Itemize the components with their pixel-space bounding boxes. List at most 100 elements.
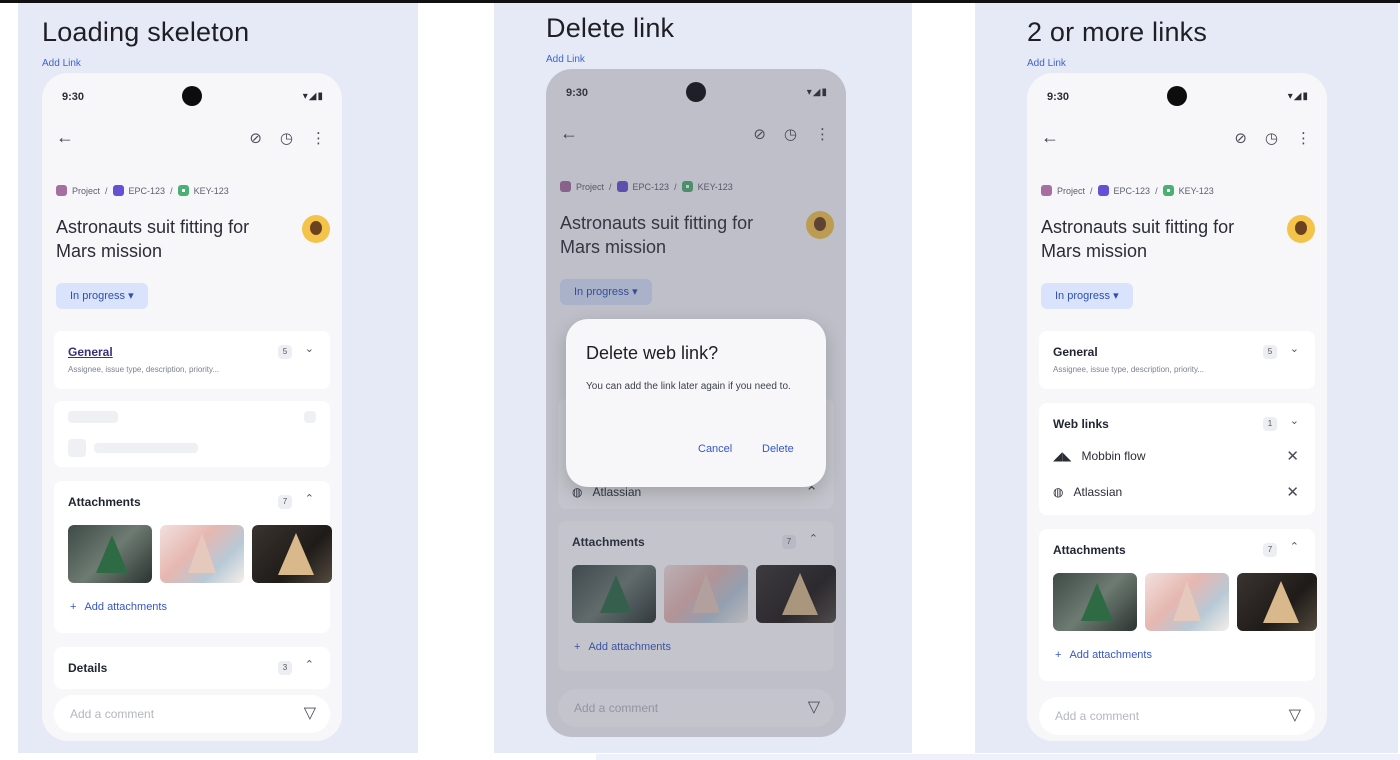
story-icon xyxy=(1162,185,1174,196)
general-title: General xyxy=(1053,345,1098,359)
attachments-title: Attachments xyxy=(1053,543,1126,557)
general-subtitle: Assignee, issue type, description, prior… xyxy=(68,365,220,374)
chevron-down-icon[interactable]: ⌄ xyxy=(1290,414,1299,427)
add-link-label[interactable]: Add Link xyxy=(42,58,81,69)
add-attachments-button[interactable]: + Add attachments xyxy=(70,601,167,613)
attachment-icon[interactable]: ⊘ xyxy=(249,130,262,147)
chevron-up-icon[interactable]: ⌃ xyxy=(305,658,314,671)
cancel-button[interactable]: Cancel xyxy=(698,443,732,455)
comment-field[interactable]: Add a comment ▽ xyxy=(1039,697,1315,735)
count-badge: 3 xyxy=(278,661,292,675)
web-links-card: Web links 1 ⌄ ◢◣ Mobbin flow ✕ ◍ Atlassian… xyxy=(1039,403,1315,515)
attachments-card: Attachments 7 ⌃ + Add attachments xyxy=(54,481,332,633)
attachment-icon[interactable]: ⊘ xyxy=(1234,130,1247,147)
delete-button[interactable]: Delete xyxy=(762,443,794,455)
status-dropdown[interactable]: In progress ▾ xyxy=(56,283,148,309)
clock: 9:30 xyxy=(62,91,85,103)
panel-heading: Delete link xyxy=(546,13,675,43)
camera-cutout xyxy=(182,86,202,106)
attachment-thumbnail[interactable] xyxy=(68,525,152,583)
attachment-thumbnail[interactable] xyxy=(252,525,332,583)
status-dropdown[interactable]: In progress ▾ xyxy=(1041,283,1133,309)
count-badge: 7 xyxy=(278,495,292,509)
dialog-body: You can add the link later again if you … xyxy=(586,381,791,392)
crumb-key[interactable]: KEY-123 xyxy=(194,186,229,196)
issue-title: Astronauts suit fitting for Mars mission xyxy=(56,217,250,261)
comment-placeholder: Add a comment xyxy=(70,707,155,721)
send-icon[interactable]: ▽ xyxy=(304,703,316,723)
globe-icon: ◍ xyxy=(1053,485,1064,499)
attachment-thumbnails xyxy=(68,525,332,583)
details-card[interactable]: Details 3 ⌃ xyxy=(54,647,330,689)
phone-screen: 9:30 ▾◢▮ ← ⊘ ◷ ⋮ Project / EPC-123/ KEY-123… xyxy=(546,69,846,737)
general-card[interactable]: General Assignee, issue type, descriptio… xyxy=(54,331,330,389)
attachment-thumbnail[interactable] xyxy=(1237,573,1317,631)
plus-icon: + xyxy=(1055,649,1062,661)
add-attachments-button[interactable]: + Add attachments xyxy=(1055,649,1152,661)
breadcrumb: Project / EPC-123/ KEY-123 xyxy=(1041,185,1214,196)
panel-loading-skeleton: Loading skeleton Add Link 9:30 ▾◢▮ ← ⊘ ◷ ⋮… xyxy=(18,3,418,753)
back-arrow-icon[interactable]: ← xyxy=(56,127,74,148)
skeleton-line xyxy=(68,411,118,423)
panel-heading: Loading skeleton xyxy=(42,17,250,47)
panel-two-or-more-links: 2 or more links Add Link 9:30 ▾◢▮ ← ⊘ ◷ ⋮ … xyxy=(975,3,1398,753)
history-icon[interactable]: ◷ xyxy=(280,130,293,147)
general-title: General xyxy=(68,345,113,359)
attachment-thumbnail[interactable] xyxy=(1145,573,1229,631)
status-bar: 9:30 ▾◢▮ xyxy=(42,73,342,113)
comment-placeholder: Add a comment xyxy=(1055,709,1140,723)
system-icons: ▾◢▮ xyxy=(1287,91,1309,102)
close-icon[interactable]: ✕ xyxy=(1286,483,1299,501)
skeleton-line xyxy=(94,443,198,453)
bottom-strip xyxy=(596,754,1400,760)
send-icon[interactable]: ▽ xyxy=(1289,705,1301,725)
panel-delete-link: Delete link Add Link 9:30 ▾◢▮ ← ⊘ ◷ ⋮ Proj… xyxy=(494,3,912,753)
attachment-thumbnail[interactable] xyxy=(1053,573,1137,631)
story-icon xyxy=(177,185,189,196)
avatar[interactable] xyxy=(1287,215,1315,243)
chevron-up-icon[interactable]: ⌃ xyxy=(1290,540,1299,553)
count-badge: 1 xyxy=(1263,417,1277,431)
more-icon[interactable]: ⋮ xyxy=(1296,130,1311,147)
project-icon xyxy=(1041,185,1052,196)
app-bar: ← ⊘ ◷ ⋮ xyxy=(42,125,342,155)
epic-icon xyxy=(112,185,124,196)
phone-screen: 9:30 ▾◢▮ ← ⊘ ◷ ⋮ Project / EPC-123/ KEY-123… xyxy=(1027,73,1327,741)
plus-icon: + xyxy=(70,601,77,613)
epic-icon xyxy=(1097,185,1109,196)
attachment-thumbnail[interactable] xyxy=(160,525,244,583)
back-arrow-icon[interactable]: ← xyxy=(1041,127,1059,148)
add-link-label[interactable]: Add Link xyxy=(546,54,585,65)
crumb-epic[interactable]: EPC-123 xyxy=(1114,186,1151,196)
crumb-project[interactable]: Project xyxy=(72,186,100,196)
skeleton-icon xyxy=(68,439,86,457)
close-icon[interactable]: ✕ xyxy=(1286,447,1299,465)
web-link-item[interactable]: ◢◣ Mobbin flow xyxy=(1053,449,1146,463)
history-icon[interactable]: ◷ xyxy=(1265,130,1278,147)
web-link-item[interactable]: ◍ Atlassian xyxy=(1053,485,1122,499)
more-icon[interactable]: ⋮ xyxy=(311,130,326,147)
attachments-card: Attachments 7 ⌃ + Add attachments xyxy=(1039,529,1317,681)
general-subtitle: Assignee, issue type, description, prior… xyxy=(1053,365,1205,374)
web-links-title: Web links xyxy=(1053,417,1109,431)
avatar[interactable] xyxy=(302,215,330,243)
delete-link-dialog: Delete web link? You can add the link la… xyxy=(566,319,826,487)
crumb-epic[interactable]: EPC-123 xyxy=(129,186,166,196)
chevron-down-icon[interactable]: ⌄ xyxy=(305,342,314,355)
details-title: Details xyxy=(68,661,108,675)
chevron-down-icon[interactable]: ⌄ xyxy=(1290,342,1299,355)
app-bar: ← ⊘ ◷ ⋮ xyxy=(1027,125,1327,155)
system-icons: ▾◢▮ xyxy=(302,91,324,102)
general-card[interactable]: General Assignee, issue type, descriptio… xyxy=(1039,331,1315,389)
comment-field[interactable]: Add a comment ▽ xyxy=(54,695,330,733)
chevron-up-icon[interactable]: ⌃ xyxy=(305,492,314,505)
attachment-thumbnails xyxy=(1053,573,1317,631)
crumb-key[interactable]: KEY-123 xyxy=(1179,186,1214,196)
mobbin-logo-icon: ◢◣ xyxy=(1053,449,1072,463)
add-link-label[interactable]: Add Link xyxy=(1027,58,1066,69)
crumb-project[interactable]: Project xyxy=(1057,186,1085,196)
panel-heading: 2 or more links xyxy=(1027,17,1208,47)
skeleton-dot xyxy=(304,411,316,423)
clock: 9:30 xyxy=(1047,91,1070,103)
camera-cutout xyxy=(1167,86,1187,106)
